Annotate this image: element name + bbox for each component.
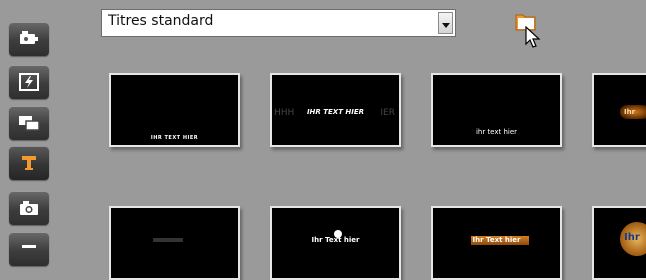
chevron-down-icon xyxy=(441,14,450,33)
title-thumbnail[interactable]: Ihr xyxy=(592,206,646,280)
video-camera-icon xyxy=(18,31,40,47)
title-thumbnail[interactable] xyxy=(109,206,240,280)
sidebar-item-photo[interactable] xyxy=(9,191,49,225)
menu-icon xyxy=(20,244,38,254)
title-text-icon xyxy=(20,154,38,172)
photo-camera-icon xyxy=(19,200,39,216)
transition-icon xyxy=(19,73,39,91)
thumbnail-caption: Ihr xyxy=(624,108,636,116)
dropdown-arrow-button[interactable] xyxy=(438,12,453,34)
sidebar-item-menu[interactable] xyxy=(9,232,49,266)
thumbnail-ghost-text: IER xyxy=(380,108,395,118)
category-select-value: Titres standard xyxy=(108,13,214,29)
thumbnail-caption: IHR TEXT HIER xyxy=(150,135,199,141)
title-thumbnail[interactable]: Ihr Text hier xyxy=(270,206,401,280)
thumbnail-faint-shape xyxy=(153,238,183,242)
title-thumbnail[interactable]: Ihr Text hier xyxy=(431,206,562,280)
title-thumbnail[interactable]: IHR TEXT HIER xyxy=(109,73,240,147)
title-thumbnail[interactable]: HHH IHR TEXT HIER IER xyxy=(270,73,401,147)
sidebar-item-transitions[interactable] xyxy=(9,65,49,99)
title-thumbnail[interactable]: Ihr xyxy=(592,73,646,147)
thumbnail-caption: ihr text hier xyxy=(475,128,518,136)
overlay-icon xyxy=(18,115,40,131)
left-sidebar xyxy=(0,0,58,266)
thumbnail-caption: Ihr xyxy=(624,232,640,243)
sidebar-item-titles[interactable] xyxy=(9,146,49,180)
category-select[interactable]: Titres standard xyxy=(101,9,456,37)
title-thumbnail[interactable]: ihr text hier xyxy=(431,73,562,147)
sidebar-item-video[interactable] xyxy=(9,22,49,56)
mouse-cursor-icon xyxy=(525,25,541,54)
sidebar-item-overlay[interactable] xyxy=(9,106,49,140)
